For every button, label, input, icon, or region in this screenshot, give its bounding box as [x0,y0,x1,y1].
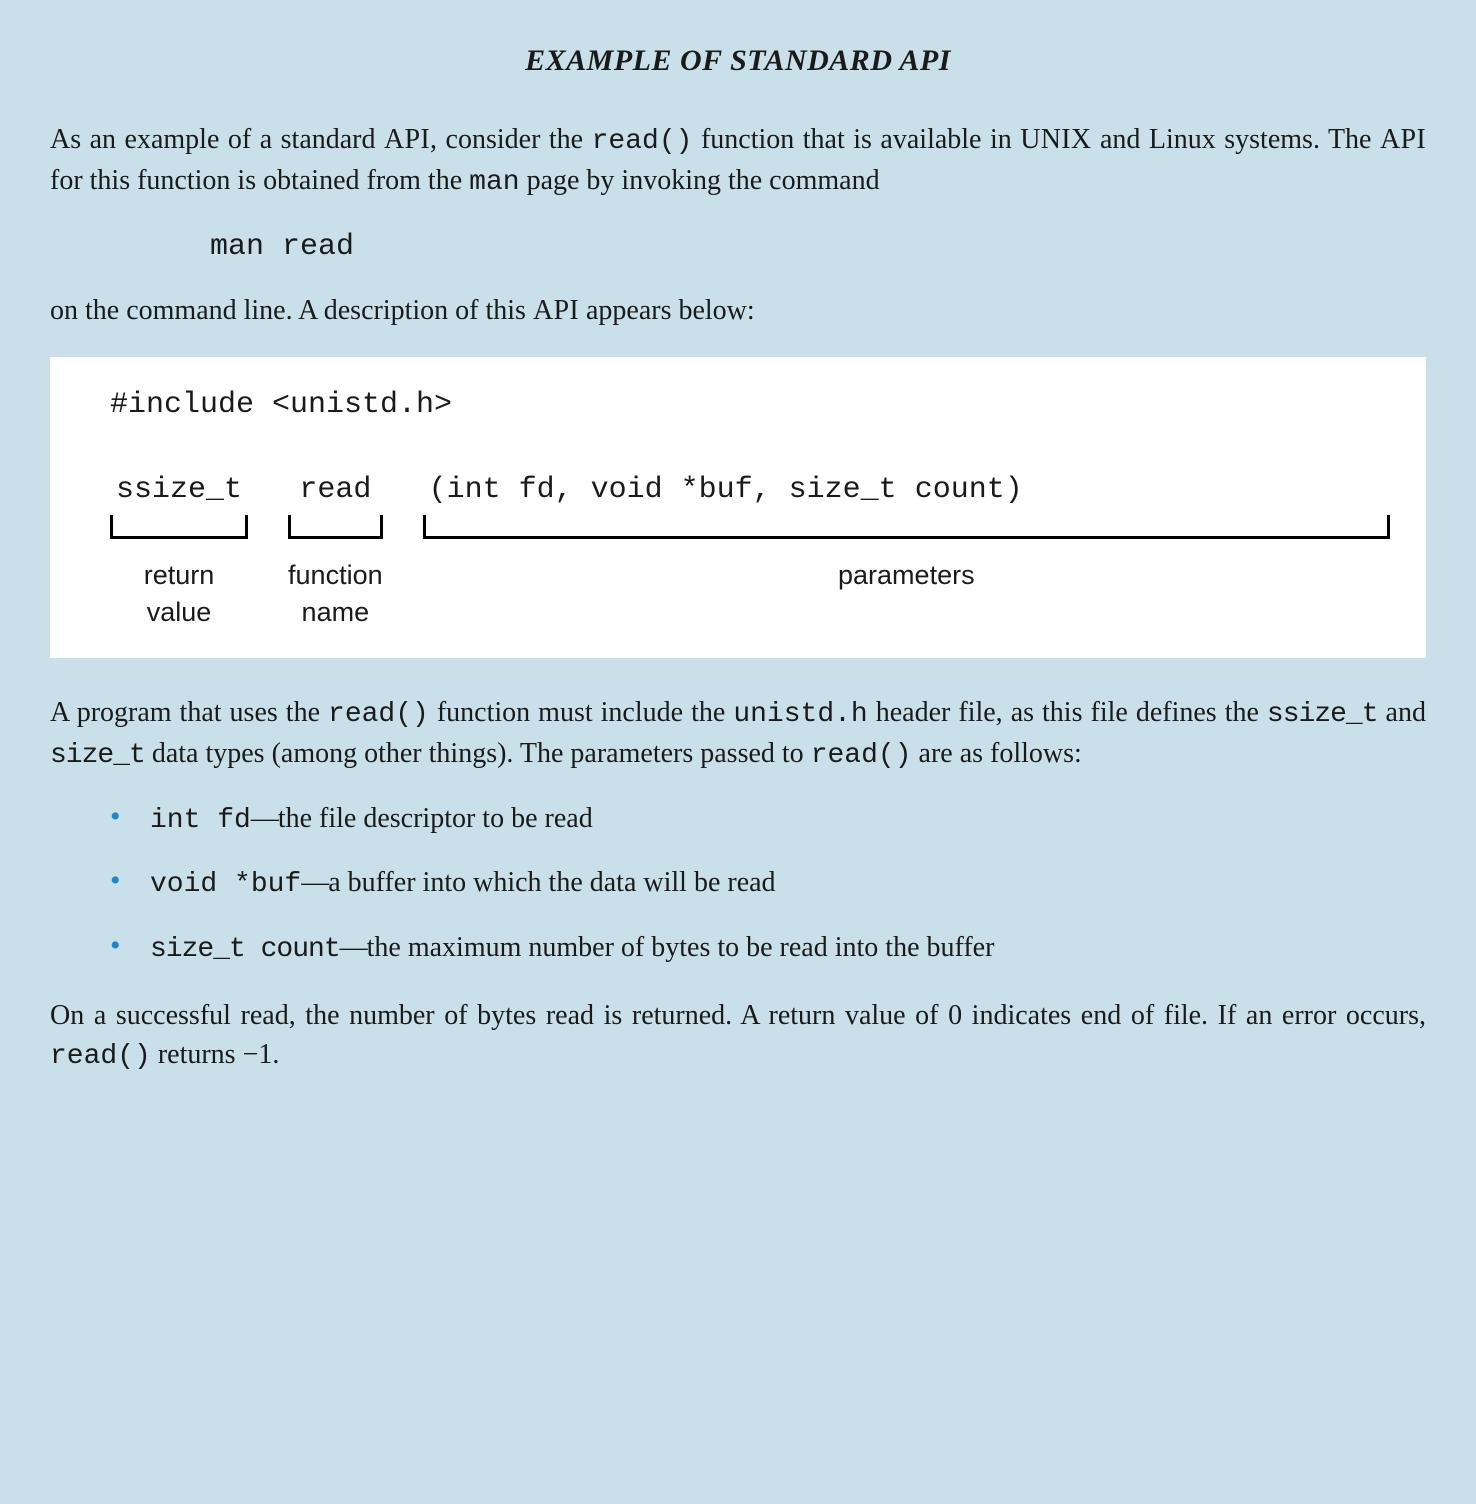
code-read: read() [50,1041,151,1072]
emdash: — [301,867,328,898]
api-smallcaps: API [533,295,579,326]
unix-smallcaps: UNIX [1020,124,1091,155]
text: returns −1. [151,1039,280,1070]
param-code: void *buf [150,869,301,900]
list-item: int fd—the file descriptor to be read [110,800,1426,841]
bracket-icon [288,515,383,539]
param-text: a buffer into which the data will be rea… [328,867,775,898]
api-smallcaps: API [1380,124,1426,155]
closing-paragraph: On a successful read, the number of byte… [50,997,1426,1076]
param-code: size_t count [150,934,340,965]
function-label: function name [288,557,383,630]
function-name-column: read function name [288,470,383,630]
signature-row: ssize_t return value read function name … [110,470,1390,630]
command-line: man read [210,227,1426,268]
bracket-icon [423,515,1390,539]
text: and Linux systems. The [1091,124,1380,155]
text: appears below: [579,295,755,326]
api-smallcaps: API [384,124,430,155]
code-read: read() [592,126,693,157]
line2-paragraph: on the command line. A description of th… [50,292,1426,331]
emdash: — [340,932,367,963]
parameters-list: int fd—the file descriptor to be read vo… [50,800,1426,970]
text: are as follows: [912,738,1082,769]
text: , consider the [430,124,592,155]
page-title: EXAMPLE OF STANDARD API [50,40,1426,81]
code-read: read() [328,699,429,730]
text: data types (among other things). The par… [145,738,811,769]
code-header: unistd.h [733,699,867,730]
return-value-column: ssize_t return value [110,470,248,630]
code-read: read() [811,740,912,771]
parameters-column: (int fd, void *buf, size_t count) parame… [423,470,1390,630]
code-ssize: ssize_t [1267,699,1378,730]
return-type-text: ssize_t [110,470,248,511]
parameters-text: (int fd, void *buf, size_t count) [423,470,1390,511]
para2: A program that uses the read() function … [50,694,1426,775]
param-code: int fd [150,805,251,836]
param-text: the file descriptor to be read [278,803,593,834]
parameters-label: parameters [838,557,975,593]
text: As an example of a standard [50,124,384,155]
function-name-text: read [293,470,377,511]
text: on the command line. A description of th… [50,295,533,326]
intro-paragraph: As an example of a standard API, conside… [50,121,1426,202]
text: function that is available in [692,124,1020,155]
text: A program that uses the [50,697,328,728]
include-directive: #include <unistd.h> [110,385,1390,426]
emdash: — [251,803,278,834]
text: function must include the [429,697,733,728]
text: On a successful read, the number of byte… [50,1000,1426,1031]
param-text: the maximum number of bytes to be read i… [367,932,995,963]
text: for this function is obtained from the [50,165,469,196]
text: and [1378,697,1426,728]
return-label: return value [144,557,215,630]
api-diagram: #include <unistd.h> ssize_t return value… [50,357,1426,659]
code-size: size_t [50,740,145,771]
bracket-icon [110,515,248,539]
list-item: size_t count—the maximum number of bytes… [110,929,1426,970]
text: page by invoking the command [520,165,880,196]
text: header file, as this file defines the [868,697,1267,728]
code-man: man [469,167,519,198]
list-item: void *buf—a buffer into which the data w… [110,864,1426,905]
